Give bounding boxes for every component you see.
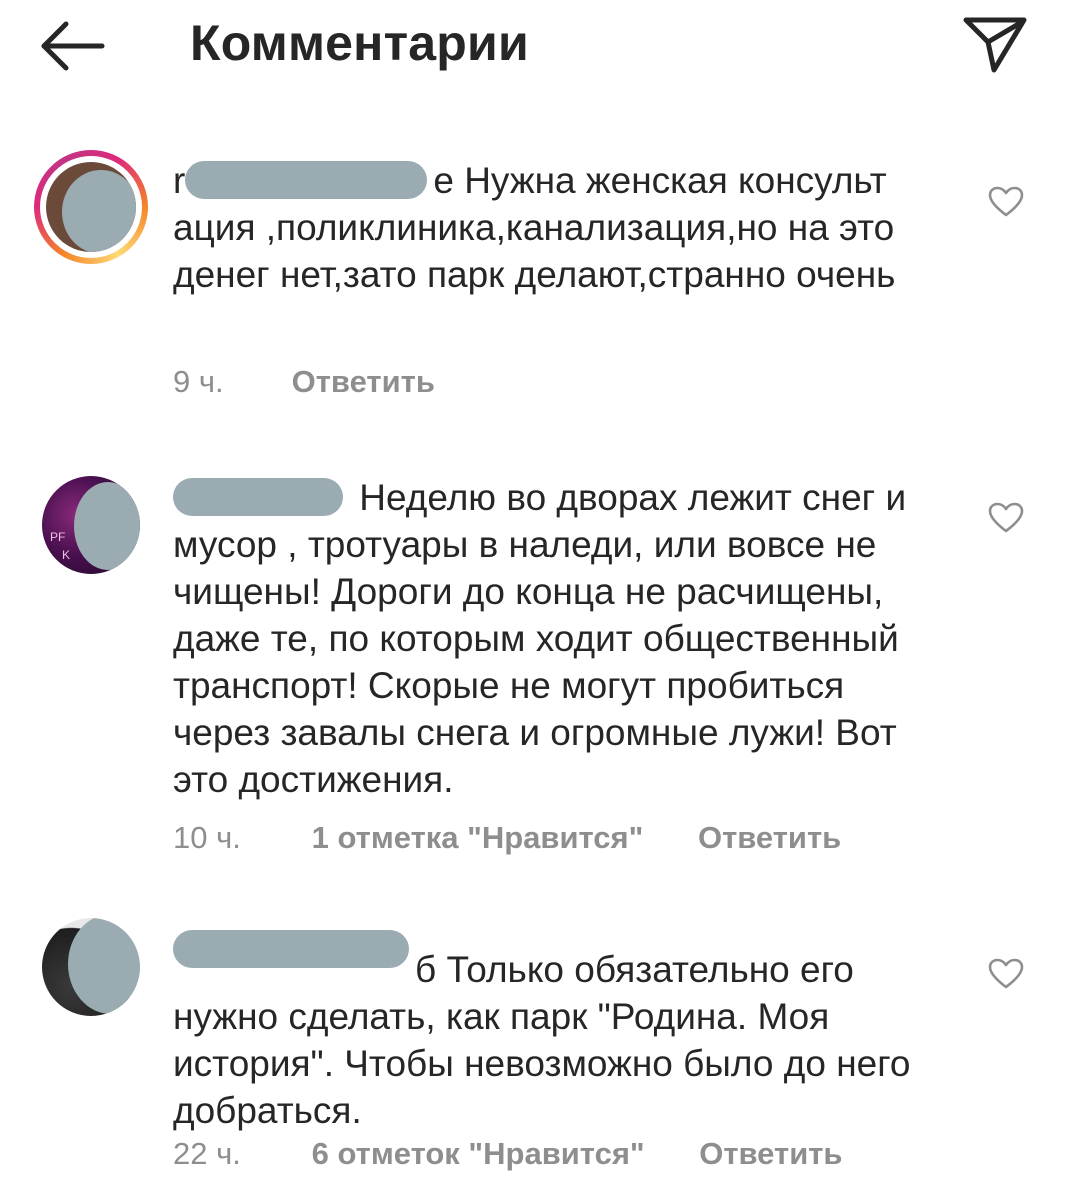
- likes-count[interactable]: 1 отметка "Нравится": [312, 820, 644, 856]
- comment-text-rest: нужно сделать, как парк "Родина. Моя ист…: [173, 996, 911, 1131]
- heart-icon: [988, 502, 1024, 533]
- page-title: Комментарии: [190, 15, 529, 71]
- paper-plane-icon: [963, 17, 1027, 73]
- comment-text: r e Нужна женская консульт ация ,поликлин…: [173, 157, 943, 298]
- comment-text-line1: Неделю во дворах лежит: [359, 477, 792, 518]
- heart-icon: [988, 186, 1024, 217]
- comment-time: 9 ч.: [173, 364, 224, 399]
- share-button[interactable]: [962, 14, 1028, 76]
- like-button[interactable]: [988, 502, 1024, 534]
- comment-text-line1: Нужна женская консульт: [464, 160, 887, 201]
- comment-meta: 9 ч. Ответить: [173, 364, 435, 400]
- reply-button[interactable]: Ответить: [698, 820, 841, 856]
- comment-meta: 10 ч. 1 отметка "Нравится" Ответить: [173, 820, 841, 856]
- username-mask[interactable]: [173, 478, 343, 516]
- comment-meta: 22 ч. 6 отметок "Нравится" Ответить: [173, 1136, 843, 1172]
- comment-text-line1: Только обязательно его: [446, 949, 854, 990]
- heart-icon: [988, 958, 1024, 989]
- arrow-left-icon: [41, 21, 105, 71]
- likes-count[interactable]: 6 отметок "Нравится": [312, 1136, 645, 1172]
- username-mask[interactable]: [173, 930, 409, 968]
- top-bar: Комментарии: [0, 0, 1080, 100]
- username-fragment-end[interactable]: e: [433, 160, 454, 201]
- comment-time: 10 ч.: [173, 820, 241, 855]
- comment-text-rest: ация ,поликлиника,канализация,но на это …: [173, 207, 896, 295]
- username-fragment-end[interactable]: б: [415, 949, 436, 990]
- avatar[interactable]: [34, 150, 148, 264]
- comment-text: б Только обязательно его нужно сделать, …: [173, 930, 943, 1134]
- comment-text: Неделю во дворах лежит снег и мусор , тр…: [173, 474, 943, 803]
- reply-button[interactable]: Ответить: [292, 364, 435, 400]
- username-mask[interactable]: [185, 161, 428, 199]
- like-button[interactable]: [988, 958, 1024, 990]
- comment-text-rest: снег и мусор , тротуары в наледи, или во…: [173, 477, 907, 800]
- avatar[interactable]: PF K: [42, 476, 140, 574]
- comment-time: 22 ч.: [173, 1136, 241, 1171]
- back-button[interactable]: [36, 18, 112, 74]
- reply-button[interactable]: Ответить: [699, 1136, 842, 1172]
- avatar-text: K: [62, 548, 71, 562]
- like-button[interactable]: [988, 186, 1024, 218]
- username-fragment[interactable]: r: [173, 160, 185, 201]
- avatar[interactable]: [42, 918, 140, 1016]
- avatar-text: PF: [50, 530, 66, 544]
